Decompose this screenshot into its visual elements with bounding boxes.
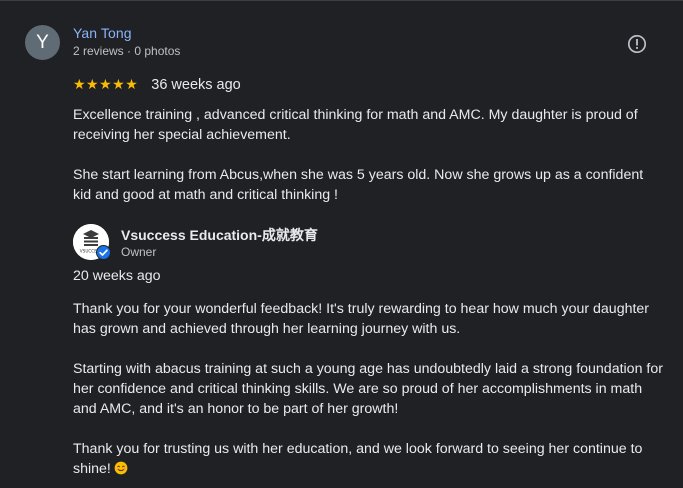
review-text-paragraph-1: Excellence training , advanced critical … [73,107,638,143]
reply-text-paragraph-2: Starting with abacus training at such a … [73,361,663,417]
verified-badge [96,245,111,260]
avatar-letter: Y [36,32,49,53]
star-rating: ★★★★★ [73,77,139,93]
reviewer-stats: 2 reviews · 0 photos [73,44,181,58]
report-review-button[interactable] [627,34,647,54]
reply-text-paragraph-3: Thank you for trusting us with her educa… [73,439,663,479]
reviewer-avatar[interactable]: Y [25,25,60,60]
verified-badge-icon [96,245,111,260]
owner-role-label: Owner [121,245,157,259]
report-icon [627,34,647,54]
review-card: Y Yan Tong 2 reviews · 0 photos ★★★★★ 36… [0,0,683,488]
reply-text-paragraph-3-text: Thank you for trusting us with her educa… [73,441,643,477]
top-divider [0,0,683,1]
review-timestamp: 36 weeks ago [151,77,241,93]
reply-timestamp: 20 weeks ago [73,268,161,284]
reply-text-paragraph-1: Thank you for your wonderful feedback! I… [73,301,650,337]
smiling-face-emoji-icon [114,461,128,475]
rating-row: ★★★★★ 36 weeks ago [73,76,241,94]
review-text-paragraph-2: She start learning from Abcus,when she w… [73,167,644,203]
owner-name: Vsuccess Education-成就教育 [121,227,318,243]
reviewer-name-link[interactable]: Yan Tong [73,25,132,41]
